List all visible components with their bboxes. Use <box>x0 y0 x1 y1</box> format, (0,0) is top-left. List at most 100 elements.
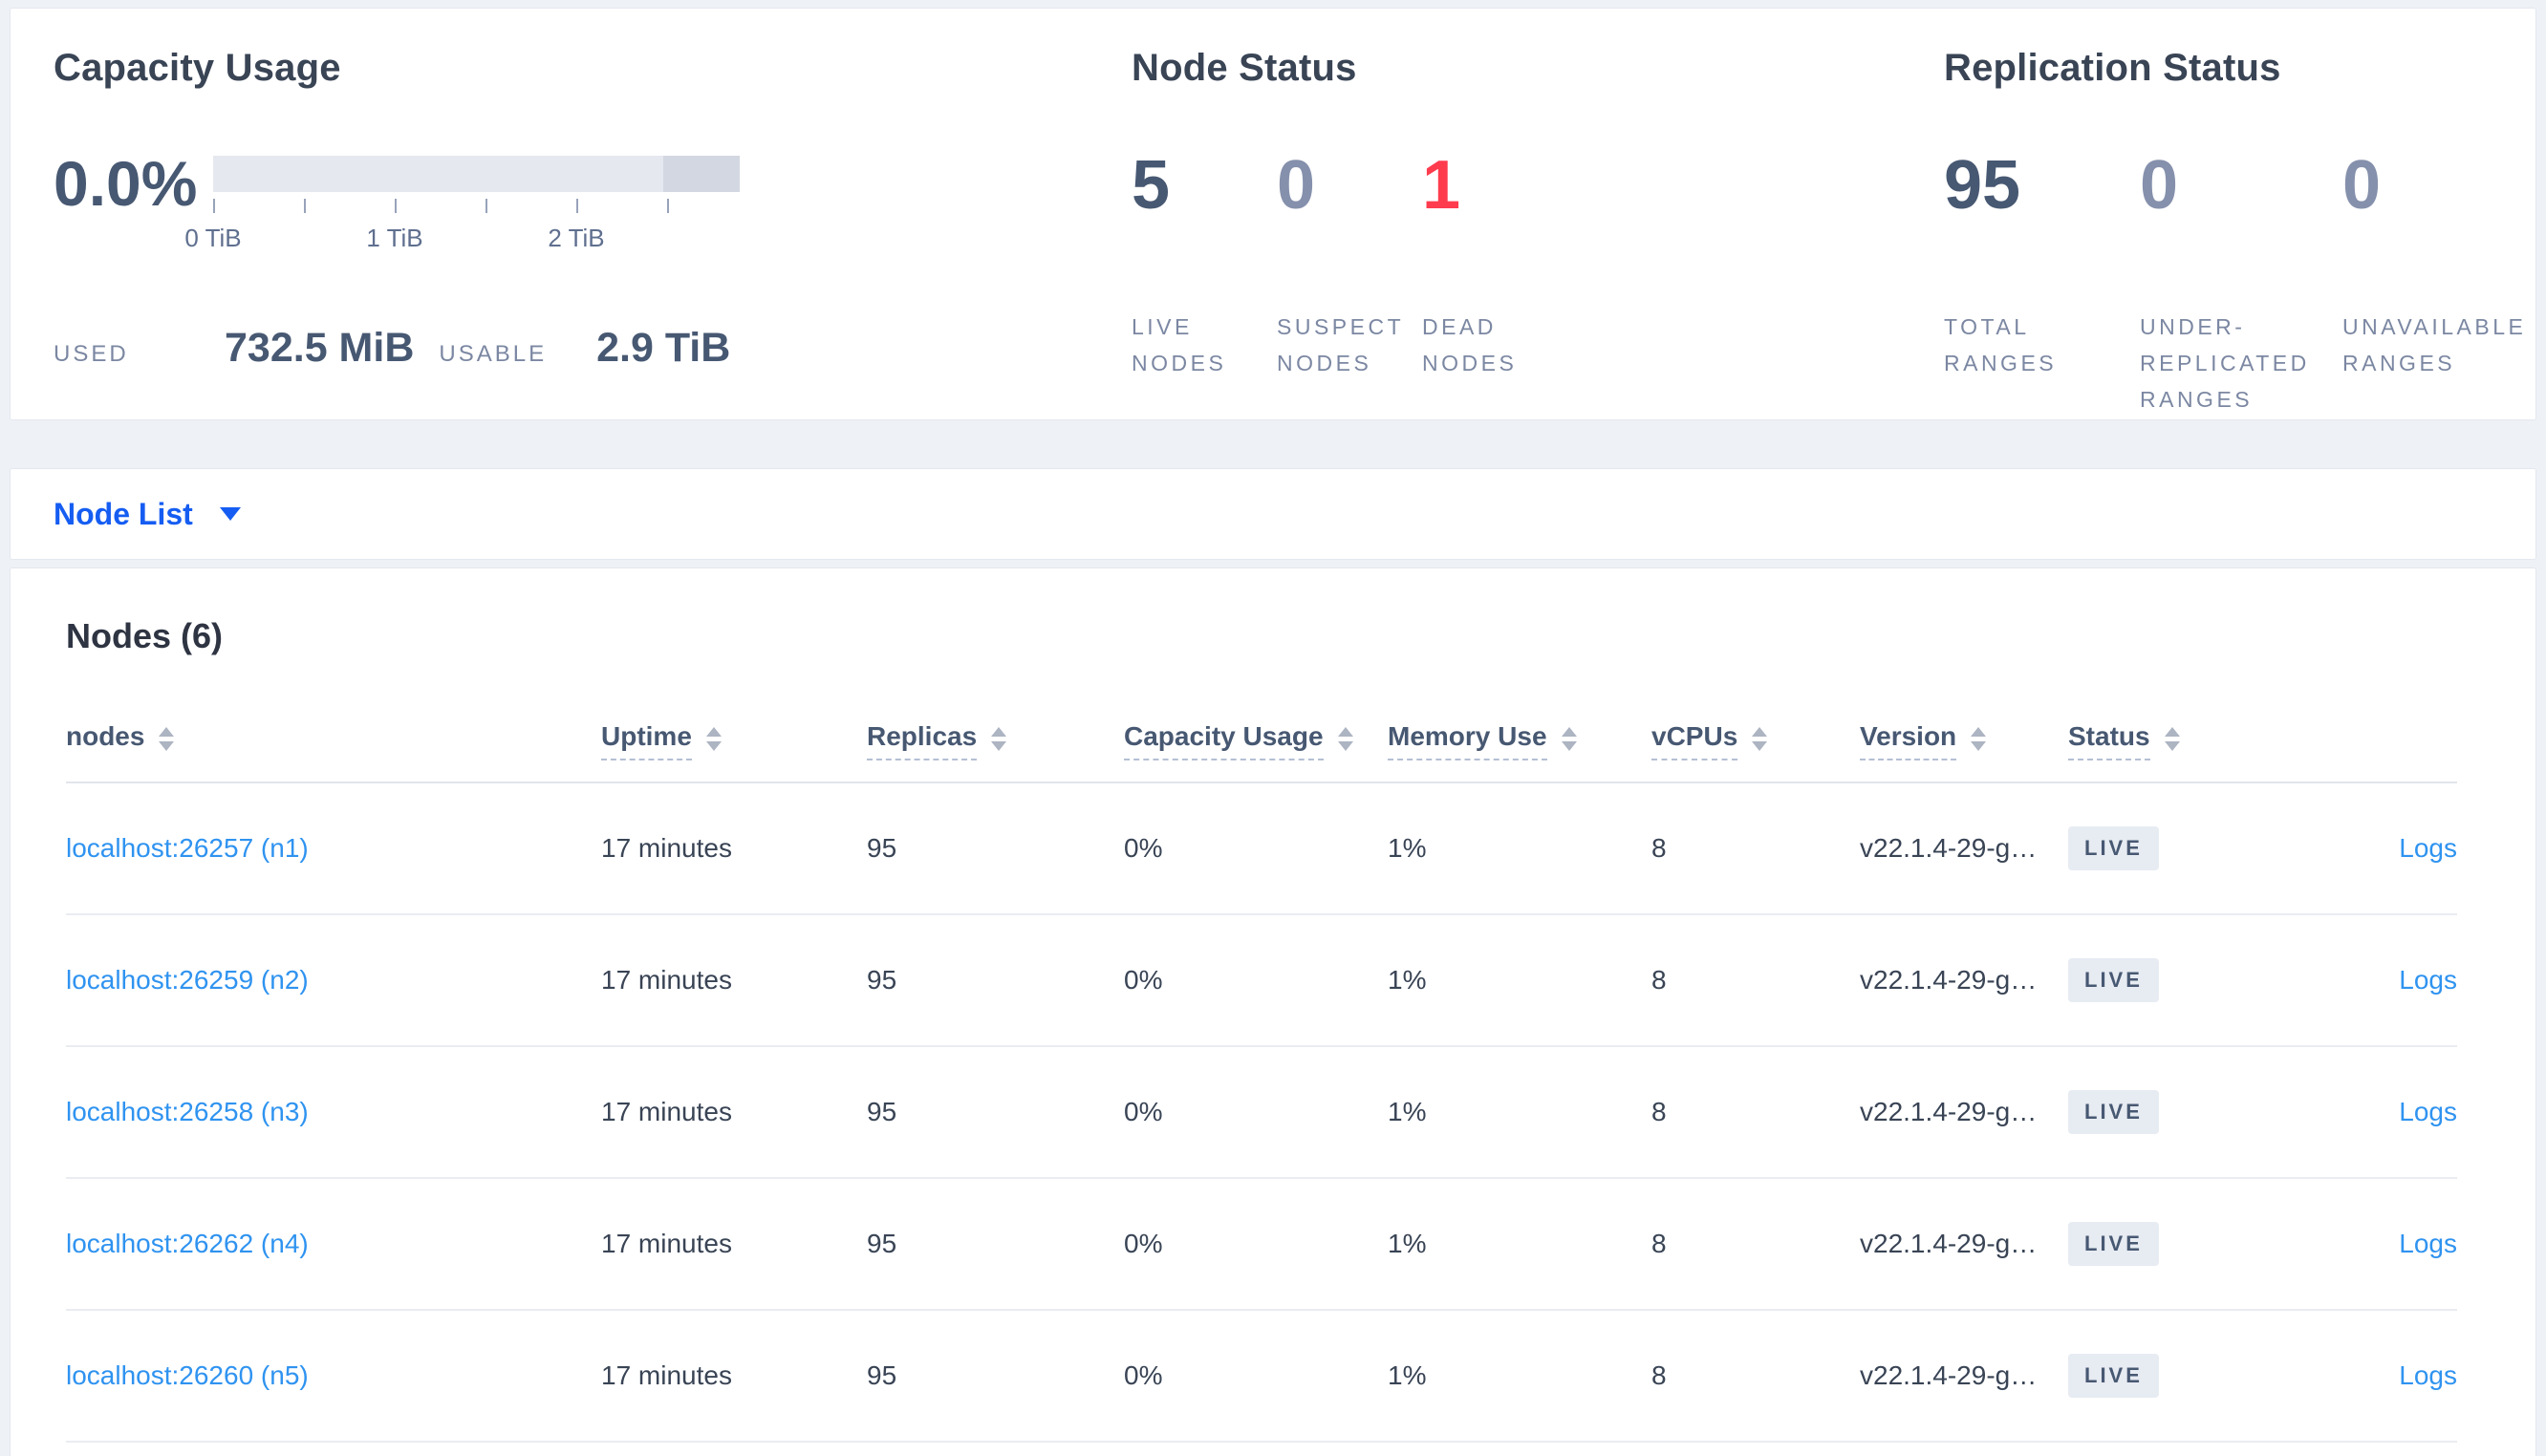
logs-link[interactable]: Logs <box>2399 965 2457 995</box>
sort-down-icon <box>1971 741 1987 751</box>
column-header[interactable]: Memory Use <box>1388 656 1651 783</box>
replicas-cell: 95 <box>867 782 1124 915</box>
logs-link[interactable]: Logs <box>2399 1229 2457 1258</box>
sort-up-icon <box>705 727 722 737</box>
node-status-section: Node Status 5 LIVE NODES 0 SUSPECT NODES… <box>1132 47 1567 382</box>
column-header-label: Capacity Usage <box>1124 721 1324 760</box>
sort-up-icon <box>159 727 175 737</box>
column-header[interactable]: Status <box>2068 656 2267 783</box>
memory-use-cell: 1% <box>1388 914 1651 1047</box>
column-header[interactable]: Version <box>1860 656 2068 783</box>
column-header-label: Status <box>2068 721 2150 760</box>
capacity-bar-other-segment <box>663 156 740 192</box>
axis-tick <box>485 199 487 213</box>
logs-link[interactable]: Logs <box>2399 1097 2457 1126</box>
column-header[interactable]: nodes <box>66 656 601 783</box>
node-table-row: localhost:26258 (n3) 17 minutes 95 0% 1%… <box>66 1046 2457 1179</box>
uptime-cell: 17 minutes <box>601 1310 867 1443</box>
summary-stat: 5 LIVE NODES <box>1132 151 1277 382</box>
status-badge: LIVE <box>2068 1090 2159 1134</box>
sort-icon[interactable] <box>159 727 175 751</box>
column-header[interactable] <box>2267 656 2457 783</box>
logs-link[interactable]: Logs <box>2399 1360 2457 1390</box>
axis-tick-label: 2 TiB <box>548 224 605 252</box>
capacity-usage-title: Capacity Usage <box>54 47 341 89</box>
capacity-percent-value: 0.0% <box>54 148 198 219</box>
status-badge: LIVE <box>2068 1222 2159 1266</box>
status-badge: LIVE <box>2068 826 2159 870</box>
column-header[interactable]: vCPUs <box>1651 656 1860 783</box>
memory-use-cell: 1% <box>1388 1046 1651 1179</box>
summary-stat-value: 0 <box>2342 147 2382 224</box>
sort-icon[interactable] <box>1561 727 1577 751</box>
capacity-usage-cell: 0% <box>1124 914 1388 1047</box>
node-status-stats: 5 LIVE NODES 0 SUSPECT NODES 1 DEAD NODE… <box>1132 151 1567 382</box>
version-cell: v22.1.4-29-g… <box>1860 1310 2068 1443</box>
status-badge: LIVE <box>2068 1354 2159 1398</box>
sort-down-icon <box>991 741 1007 751</box>
node-table-row: localhost:26257 (n1) 17 minutes 95 0% 1%… <box>66 782 2457 915</box>
node-link[interactable]: localhost:26257 (n1) <box>66 833 309 863</box>
nodes-table: nodes Uptime Replicas Capacity Usage Mem… <box>66 656 2457 1443</box>
node-list-dropdown[interactable]: Node List <box>54 497 241 532</box>
memory-use-cell: 1% <box>1388 782 1651 915</box>
summary-stat: 0 UNAVAILABLE RANGES <box>2342 151 2546 418</box>
replication-status-title: Replication Status <box>1944 47 2281 89</box>
capacity-gauge: 0.0% 0 TiB 1 TiB 2 TiB <box>54 148 1086 256</box>
version-cell: v22.1.4-29-g… <box>1860 1046 2068 1179</box>
capacity-stats-row: USED 732.5 MiB USABLE 2.9 TiB <box>54 325 1086 372</box>
replication-status-stats: 95 TOTAL RANGES 0 UNDER-REPLICATED RANGE… <box>1944 151 2546 418</box>
sort-icon[interactable] <box>2164 727 2180 751</box>
vcpus-cell: 8 <box>1651 914 1860 1047</box>
nodes-table-card: Nodes (6) nodes Uptime Replicas Capacity… <box>10 567 2536 1456</box>
column-header[interactable]: Capacity Usage <box>1124 656 1388 783</box>
axis-tick <box>576 199 578 213</box>
memory-use-cell: 1% <box>1388 1178 1651 1311</box>
sort-icon[interactable] <box>1752 727 1768 751</box>
vcpus-cell: 8 <box>1651 1178 1860 1311</box>
column-header-label: Version <box>1860 721 1957 760</box>
axis-tick-label: 1 TiB <box>366 224 423 252</box>
column-header-label: Memory Use <box>1388 721 1547 760</box>
axis-tick <box>213 199 215 213</box>
cluster-summary-card: Capacity Usage 0.0% 0 TiB 1 TiB 2 TiB USED… <box>10 8 2536 420</box>
nodes-table-title: Nodes (6) <box>66 616 224 655</box>
summary-stat-label: DEAD NODES <box>1422 314 1518 375</box>
node-list-dropdown-label: Node List <box>54 496 193 531</box>
node-link[interactable]: localhost:26260 (n5) <box>66 1360 309 1390</box>
sort-down-icon <box>1337 741 1353 751</box>
replicas-cell: 95 <box>867 1178 1124 1311</box>
column-header-label: vCPUs <box>1651 721 1738 760</box>
table-header-row: nodes Uptime Replicas Capacity Usage Mem… <box>66 656 2457 783</box>
node-link[interactable]: localhost:26262 (n4) <box>66 1229 309 1258</box>
summary-stat-label: LIVE NODES <box>1132 314 1227 375</box>
summary-stat-value: 5 <box>1132 147 1171 224</box>
node-link[interactable]: localhost:26259 (n2) <box>66 965 309 995</box>
sort-icon[interactable] <box>1337 727 1353 751</box>
sort-down-icon <box>1561 741 1577 751</box>
memory-use-cell: 1% <box>1388 1310 1651 1443</box>
summary-stat-label: UNDER-REPLICATED RANGES <box>2140 314 2310 412</box>
column-header[interactable]: Uptime <box>601 656 867 783</box>
logs-link[interactable]: Logs <box>2399 833 2457 863</box>
replicas-cell: 95 <box>867 1046 1124 1179</box>
sort-up-icon <box>1752 727 1768 737</box>
sort-down-icon <box>159 741 175 751</box>
sort-up-icon <box>1971 727 1987 737</box>
node-table-row: localhost:26259 (n2) 17 minutes 95 0% 1%… <box>66 914 2457 1047</box>
node-link[interactable]: localhost:26258 (n3) <box>66 1097 309 1126</box>
sort-icon[interactable] <box>705 727 722 751</box>
used-label: USED <box>54 341 129 367</box>
capacity-usage-cell: 0% <box>1124 782 1388 915</box>
sort-down-icon <box>705 741 722 751</box>
summary-stat: 0 SUSPECT NODES <box>1277 151 1422 382</box>
uptime-cell: 17 minutes <box>601 1178 867 1311</box>
sort-icon[interactable] <box>1971 727 1987 751</box>
sort-icon[interactable] <box>991 727 1007 751</box>
column-header-label: Replicas <box>867 721 978 760</box>
column-header[interactable]: Replicas <box>867 656 1124 783</box>
column-header-label: Uptime <box>601 721 692 760</box>
summary-stat-value: 95 <box>1944 147 2021 224</box>
summary-stat-value: 0 <box>2140 147 2179 224</box>
vcpus-cell: 8 <box>1651 1310 1860 1443</box>
